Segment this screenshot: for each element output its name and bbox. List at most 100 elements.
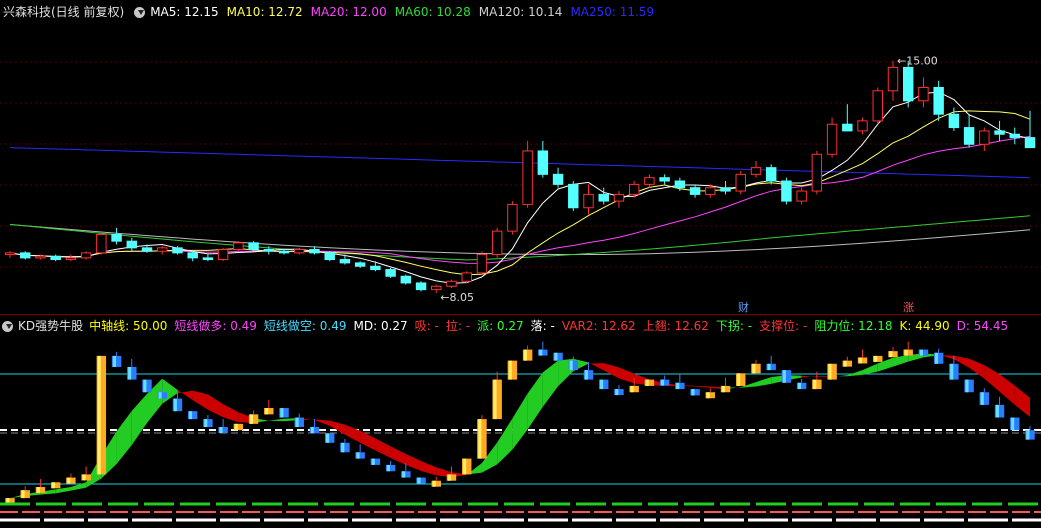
indicator-item-9: 上翘: 12.62 <box>642 319 709 333</box>
candle[interactable] <box>765 167 777 182</box>
candle[interactable] <box>96 233 107 254</box>
candle[interactable] <box>507 203 518 232</box>
kd-ribbon <box>984 365 1000 392</box>
kd-bar-highlight <box>356 452 360 459</box>
candle[interactable] <box>233 242 244 251</box>
candle[interactable] <box>111 233 122 242</box>
candle[interactable] <box>918 86 929 102</box>
kd-ribbon <box>421 461 437 476</box>
candle[interactable] <box>278 250 290 254</box>
candle[interactable] <box>887 66 899 92</box>
candle[interactable] <box>446 280 457 287</box>
kd-bar-highlight <box>919 349 923 356</box>
candle[interactable] <box>1009 133 1020 139</box>
kd-bar-highlight <box>584 370 588 380</box>
kd-bar-highlight <box>843 360 847 367</box>
candle[interactable] <box>552 173 564 185</box>
financial-report-marker[interactable]: 财 <box>738 300 749 314</box>
candle[interactable] <box>705 187 716 195</box>
candle[interactable] <box>1024 137 1036 149</box>
kd-bar-highlight <box>630 385 634 393</box>
kd-ribbon <box>847 370 863 377</box>
candle[interactable] <box>324 252 335 261</box>
candle[interactable] <box>568 183 579 209</box>
candle[interactable] <box>781 180 792 202</box>
kd-bar-highlight <box>691 389 695 396</box>
candle[interactable] <box>522 150 533 205</box>
candle[interactable] <box>65 257 77 261</box>
indicator-chart[interactable] <box>0 336 1041 528</box>
candle[interactable] <box>994 130 1005 135</box>
candle[interactable] <box>659 177 670 182</box>
kd-bar-highlight <box>158 392 162 399</box>
kd-ribbon <box>512 393 528 450</box>
kd-ribbon <box>618 367 635 384</box>
candle[interactable] <box>248 242 259 251</box>
candle[interactable] <box>598 193 609 202</box>
candle[interactable] <box>461 272 472 282</box>
kd-bar-highlight <box>265 408 269 415</box>
kd-ribbon <box>116 410 132 465</box>
candle[interactable] <box>842 123 853 132</box>
candle[interactable] <box>385 269 396 277</box>
candle[interactable] <box>126 240 138 249</box>
candle[interactable] <box>491 230 503 256</box>
price-chart[interactable]: ←15.00 ←8.05 财 涨 <box>0 18 1041 314</box>
candle[interactable] <box>628 183 640 195</box>
candle[interactable] <box>963 127 975 145</box>
gear-icon[interactable] <box>2 320 13 332</box>
candle[interactable] <box>857 120 868 132</box>
candle[interactable] <box>309 249 320 254</box>
kd-bar-highlight <box>188 411 193 420</box>
candle[interactable] <box>339 259 351 264</box>
candle[interactable] <box>4 252 16 256</box>
candle[interactable] <box>35 255 46 259</box>
kd-bar-highlight <box>204 419 208 427</box>
candle[interactable] <box>400 275 412 284</box>
candle[interactable] <box>294 249 305 254</box>
candle[interactable] <box>537 150 549 175</box>
candle[interactable] <box>187 252 198 259</box>
candle[interactable] <box>689 187 701 195</box>
candle[interactable] <box>415 282 427 291</box>
candle[interactable] <box>172 247 183 254</box>
candle[interactable] <box>50 255 61 261</box>
kd-bar-highlight <box>478 419 482 459</box>
candle[interactable] <box>354 262 366 267</box>
kd-bar-highlight <box>645 379 649 386</box>
candle[interactable] <box>431 285 442 291</box>
indicator-item-4: 吸: - <box>414 319 439 333</box>
candle[interactable] <box>674 180 686 189</box>
candle[interactable] <box>157 247 168 252</box>
candle[interactable] <box>370 265 381 271</box>
candle[interactable] <box>979 130 990 145</box>
candle[interactable] <box>202 257 214 261</box>
candle[interactable] <box>141 247 153 252</box>
limit-up-marker[interactable]: 涨 <box>903 301 914 314</box>
candle[interactable] <box>796 190 807 202</box>
candle[interactable] <box>902 66 914 102</box>
candle[interactable] <box>948 113 960 129</box>
kd-bar-highlight <box>980 392 984 405</box>
gear-icon[interactable] <box>134 6 146 18</box>
candle[interactable] <box>80 252 92 259</box>
candle[interactable] <box>263 249 275 252</box>
candle[interactable] <box>613 193 625 202</box>
indicator-item-5: 拉: - <box>445 319 471 333</box>
candle[interactable] <box>644 177 655 185</box>
candle[interactable] <box>217 249 229 261</box>
candle[interactable] <box>872 90 883 122</box>
kd-ribbon <box>223 404 239 423</box>
kd-bar-highlight <box>615 389 619 396</box>
candle[interactable] <box>20 252 31 259</box>
kd-bar-highlight <box>402 471 406 478</box>
candle[interactable] <box>720 187 731 192</box>
candle[interactable] <box>583 193 594 209</box>
candle[interactable] <box>750 167 762 175</box>
candle[interactable] <box>811 153 823 192</box>
candle[interactable] <box>933 86 944 115</box>
candle[interactable] <box>735 173 746 192</box>
kd-bar-highlight <box>767 363 771 371</box>
candle[interactable] <box>826 123 838 155</box>
candle[interactable] <box>476 254 488 274</box>
